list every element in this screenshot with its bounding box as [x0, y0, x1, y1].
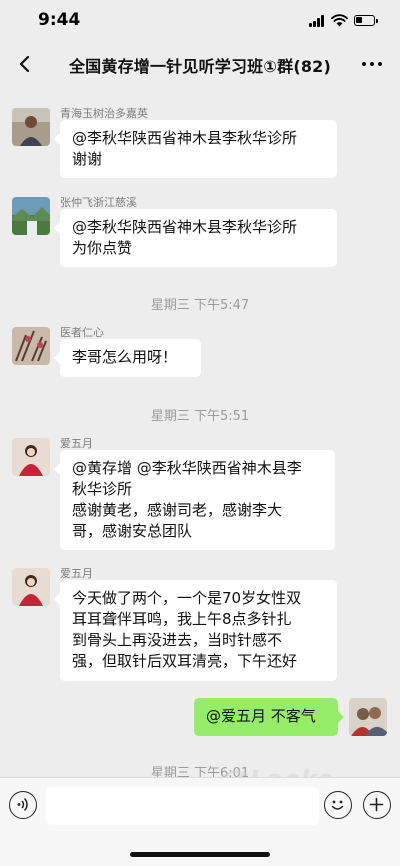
plus-icon[interactable]: [363, 791, 391, 819]
back-chevron-icon[interactable]: [14, 53, 36, 75]
voice-input-icon[interactable]: [9, 791, 37, 819]
cellular-signal-icon: [309, 15, 325, 27]
avatar[interactable]: [12, 327, 50, 365]
avatar[interactable]: [12, 438, 50, 476]
self-avatar[interactable]: [349, 698, 387, 736]
message-bubble[interactable]: 今天做了两个，一个是70岁女性双 耳耳聋伴耳鸣，我上午8点多针扎 到骨头上再没进…: [54, 580, 337, 681]
status-time: 9:44: [38, 10, 81, 30]
avatar[interactable]: [12, 568, 50, 606]
timestamp: 星期三 下午5:51: [150, 409, 250, 424]
timestamp: 星期三 下午5:47: [150, 298, 250, 313]
chat-header: 全国黄存增一针见听学习班①群(82): [0, 44, 400, 84]
sender-name: 爱五月: [60, 437, 93, 450]
sender-name: 医者仁心: [60, 326, 104, 339]
status-bar: 9:44: [0, 0, 400, 44]
message-bubble[interactable]: 李哥怎么用呀！: [54, 339, 201, 377]
more-options-icon[interactable]: [362, 62, 384, 68]
message-bubble[interactable]: @李秋华陕西省神木县李秋华诊所 谢谢: [54, 120, 337, 178]
sender-name: 爱五月: [60, 567, 93, 580]
battery-icon: [354, 15, 378, 26]
sender-name: 青海玉树治多嘉英: [60, 107, 148, 120]
message-bubble[interactable]: @李秋华陕西省神木县李秋华诊所 为你点赞: [54, 209, 337, 267]
message-input[interactable]: [46, 787, 319, 825]
message-bubble[interactable]: @黄存增 @李秋华陕西省神木县李 秋华诊所 感谢黄老，感谢司老，感谢李大 哥，感…: [54, 450, 335, 550]
home-indicator: [130, 852, 270, 857]
avatar[interactable]: [12, 108, 50, 146]
message-bubble-self[interactable]: @爱五月 不客气: [194, 698, 344, 736]
emoji-icon[interactable]: [324, 791, 352, 819]
avatar[interactable]: [12, 197, 50, 235]
sender-name: 张仲飞浙江慈溪: [60, 196, 137, 209]
wifi-icon: [331, 14, 348, 27]
chat-title: 全国黄存增一针见听学习班①群(82): [68, 57, 332, 76]
